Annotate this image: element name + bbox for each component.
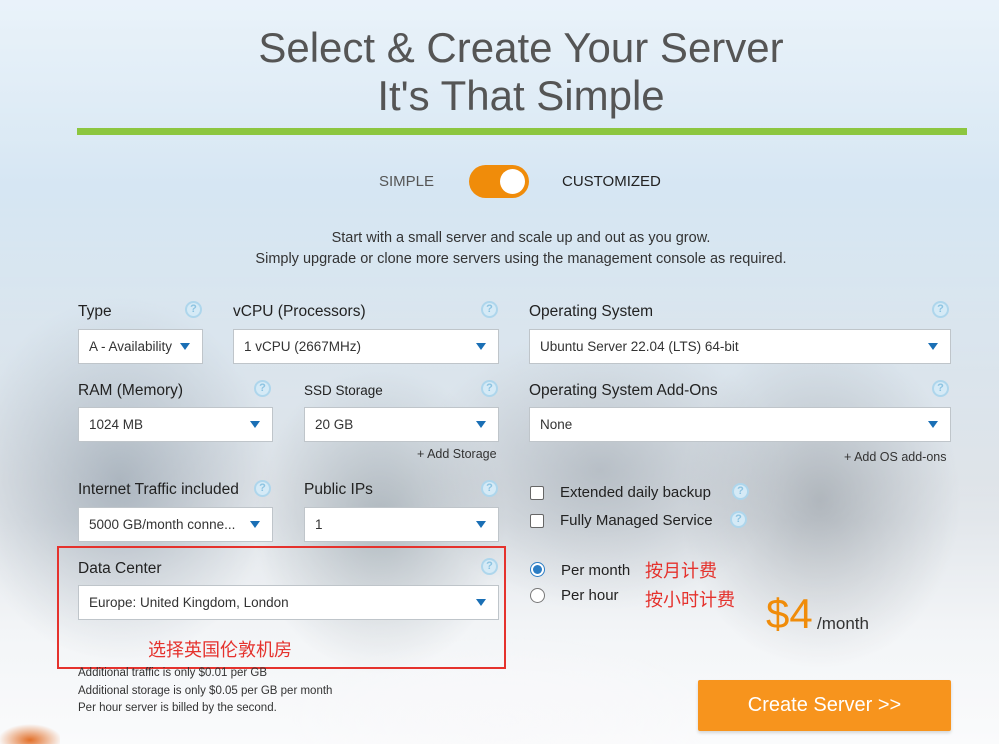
per-month-radio[interactable] — [530, 562, 545, 577]
public-ips-help-icon[interactable]: ? — [481, 480, 498, 497]
chevron-down-icon — [928, 343, 938, 350]
chevron-down-icon — [928, 421, 938, 428]
chevron-down-icon — [180, 343, 190, 350]
managed-help-icon[interactable]: ? — [730, 511, 747, 528]
chevron-down-icon — [476, 421, 486, 428]
traffic-help-icon[interactable]: ? — [254, 480, 271, 497]
toggle-label-customized[interactable]: CUSTOMIZED — [562, 173, 661, 190]
ssd-label: SSD Storage — [304, 383, 383, 398]
add-storage-link[interactable]: + Add Storage — [417, 447, 497, 461]
managed-label[interactable]: Fully Managed Service — [560, 512, 713, 529]
chevron-down-icon — [250, 421, 260, 428]
ram-help-icon[interactable]: ? — [254, 380, 271, 397]
traffic-label: Internet Traffic included — [78, 481, 239, 498]
toggle-label-simple[interactable]: SIMPLE — [379, 173, 434, 190]
mode-toggle-switch[interactable] — [469, 165, 529, 198]
vcpu-help-icon[interactable]: ? — [481, 301, 498, 318]
intro-line2: Simply upgrade or clone more servers usi… — [255, 251, 787, 267]
os-addons-help-icon[interactable]: ? — [932, 380, 949, 397]
chevron-down-icon — [476, 343, 486, 350]
toggle-knob — [500, 169, 525, 194]
public-ips-select[interactable]: 1 — [304, 507, 499, 542]
datacenter-label: Data Center — [78, 560, 162, 577]
note-storage: Additional storage is only $0.05 per GB … — [78, 685, 333, 697]
os-help-icon[interactable]: ? — [932, 301, 949, 318]
note-hourly: Per hour server is billed by the second. — [78, 702, 277, 714]
chevron-down-icon — [476, 599, 486, 606]
traffic-select[interactable]: 5000 GB/month conne... — [78, 507, 273, 542]
type-select[interactable]: A - Availability — [78, 329, 203, 364]
ssd-help-icon[interactable]: ? — [481, 380, 498, 397]
note-traffic: Additional traffic is only $0.01 per GB — [78, 667, 268, 679]
backup-checkbox[interactable] — [530, 486, 544, 500]
ssd-select[interactable]: 20 GB — [304, 407, 499, 442]
datacenter-select[interactable]: Europe: United Kingdom, London — [78, 585, 499, 620]
per-month-annotation: 按月计费 — [645, 561, 717, 581]
vcpu-label: vCPU (Processors) — [233, 303, 366, 320]
public-ips-label: Public IPs — [304, 481, 373, 498]
backup-label[interactable]: Extended daily backup — [560, 484, 711, 501]
type-help-icon[interactable]: ? — [185, 301, 202, 318]
os-label: Operating System — [529, 303, 654, 320]
create-server-button[interactable]: Create Server >> — [698, 680, 951, 731]
title-divider — [77, 128, 967, 135]
chevron-down-icon — [250, 521, 260, 528]
type-label: Type — [78, 303, 112, 320]
page-title-line2: It's That Simple — [377, 72, 665, 119]
add-os-addons-link[interactable]: + Add OS add-ons — [844, 450, 947, 464]
vcpu-select[interactable]: 1 vCPU (2667MHz) — [233, 329, 499, 364]
ram-select[interactable]: 1024 MB — [78, 407, 273, 442]
os-select[interactable]: Ubuntu Server 22.04 (LTS) 64-bit — [529, 329, 951, 364]
chevron-down-icon — [476, 521, 486, 528]
background-leaf — [0, 720, 60, 744]
price-amount: $4 — [766, 590, 813, 637]
page-title-line1: Select & Create Your Server — [258, 24, 784, 71]
price-unit: /month — [817, 614, 869, 633]
intro-line1: Start with a small server and scale up a… — [331, 230, 711, 246]
os-addons-label: Operating System Add-Ons — [529, 382, 718, 399]
datacenter-annotation: 选择英国伦敦机房 — [148, 640, 292, 660]
ram-label: RAM (Memory) — [78, 382, 184, 399]
per-hour-annotation: 按小时计费 — [645, 590, 735, 610]
backup-help-icon[interactable]: ? — [732, 483, 749, 500]
per-hour-label[interactable]: Per hour — [561, 587, 619, 604]
per-month-label[interactable]: Per month — [561, 562, 630, 579]
per-hour-radio[interactable] — [530, 588, 545, 603]
os-addons-select[interactable]: None — [529, 407, 951, 442]
datacenter-help-icon[interactable]: ? — [481, 558, 498, 575]
managed-checkbox[interactable] — [530, 514, 544, 528]
